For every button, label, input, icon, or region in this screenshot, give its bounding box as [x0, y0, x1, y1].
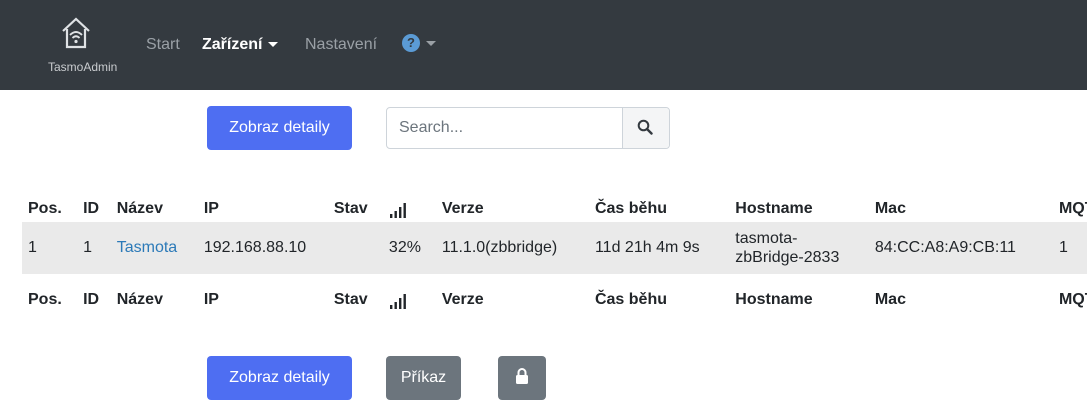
col-pos[interactable]: Pos.	[22, 196, 77, 222]
cell-version: 11.1.0(zbbridge)	[441, 239, 558, 256]
signal-icon	[389, 203, 406, 218]
brand-name: TasmoAdmin	[48, 60, 118, 74]
col-name-footer[interactable]: Název	[111, 274, 198, 326]
col-state[interactable]: Stav	[328, 196, 383, 222]
col-id-footer[interactable]: ID	[77, 274, 111, 326]
lock-button[interactable]	[498, 356, 546, 400]
brand-logo[interactable]: TasmoAdmin	[48, 16, 128, 82]
cell-uptime: 11d 21h 4m 9s	[594, 239, 700, 256]
home-wifi-icon	[62, 17, 90, 49]
nav-settings[interactable]: Nastavení	[305, 36, 377, 54]
col-mac-footer[interactable]: Mac	[869, 274, 1053, 326]
nav-devices-dropdown[interactable]: Zařízení	[202, 36, 279, 54]
cell-id: 1	[83, 239, 92, 256]
table-header-row: Pos. ID Název IP Stav Verze Čas běhu Hos…	[22, 196, 1087, 222]
table-footer-row: Pos. ID Název IP Stav Verze Čas běhu Hos…	[22, 274, 1087, 326]
question-circle-icon: ?	[402, 34, 420, 52]
col-signal[interactable]	[383, 196, 436, 222]
col-mqtt[interactable]: MQTT	[1053, 196, 1087, 222]
col-mac[interactable]: Mac	[869, 196, 1053, 222]
nav-devices-label: Zařízení	[202, 36, 263, 53]
cell-hostname: tasmota-zbBridge-2833	[729, 222, 869, 274]
search-button[interactable]	[622, 108, 669, 148]
cell-state[interactable]	[328, 222, 383, 274]
cell-signal: 32%	[388, 239, 421, 256]
col-hostname-footer[interactable]: Hostname	[729, 274, 869, 326]
hostname-line-1: tasmota-	[735, 230, 798, 247]
navbar: TasmoAdmin Start Zařízení Nastavení ?	[0, 0, 1087, 90]
col-mqtt-footer[interactable]: MQTT	[1053, 274, 1087, 326]
col-uptime[interactable]: Čas běhu	[589, 196, 729, 222]
show-details-button-bottom[interactable]: Zobraz detaily	[207, 356, 352, 400]
show-details-button[interactable]: Zobraz detaily	[207, 106, 352, 150]
search-group	[386, 107, 670, 149]
col-state-footer[interactable]: Stav	[328, 274, 383, 326]
lock-icon	[516, 367, 528, 384]
cell-mqtt: 1	[1058, 239, 1068, 256]
col-ip[interactable]: IP	[198, 196, 328, 222]
col-name[interactable]: Název	[111, 196, 198, 222]
nav-help-dropdown[interactable]: ?	[402, 34, 436, 52]
col-signal-footer[interactable]	[383, 274, 436, 326]
nav-start[interactable]: Start	[146, 36, 180, 54]
chevron-down-icon	[426, 40, 436, 46]
cell-mac: 84:CC:A8:A9:CB:11	[874, 239, 1016, 256]
chevron-down-icon	[268, 42, 279, 48]
table-row[interactable]: 1 1 Tasmota 192.168.88.10 32% 11.1.0(zbb…	[22, 222, 1087, 274]
col-id[interactable]: ID	[77, 196, 111, 222]
cell-pos: 1	[28, 239, 37, 256]
col-pos-footer[interactable]: Pos.	[22, 274, 77, 326]
cell-name: Tasmota	[111, 222, 198, 274]
search-icon	[637, 119, 653, 135]
cell-ip: 192.168.88.10	[203, 239, 307, 256]
col-uptime-footer[interactable]: Čas běhu	[589, 274, 729, 326]
col-version[interactable]: Verze	[436, 196, 589, 222]
devices-table: Pos. ID Název IP Stav Verze Čas běhu Hos…	[22, 196, 1087, 326]
command-button[interactable]: Příkaz	[386, 356, 461, 400]
col-ip-footer[interactable]: IP	[198, 274, 328, 326]
device-name-link[interactable]: Tasmota	[117, 239, 177, 256]
search-input[interactable]	[387, 108, 623, 148]
col-hostname[interactable]: Hostname	[729, 196, 869, 222]
signal-icon	[389, 294, 406, 309]
hostname-line-2: zbBridge-2833	[735, 249, 840, 266]
col-version-footer[interactable]: Verze	[436, 274, 589, 326]
